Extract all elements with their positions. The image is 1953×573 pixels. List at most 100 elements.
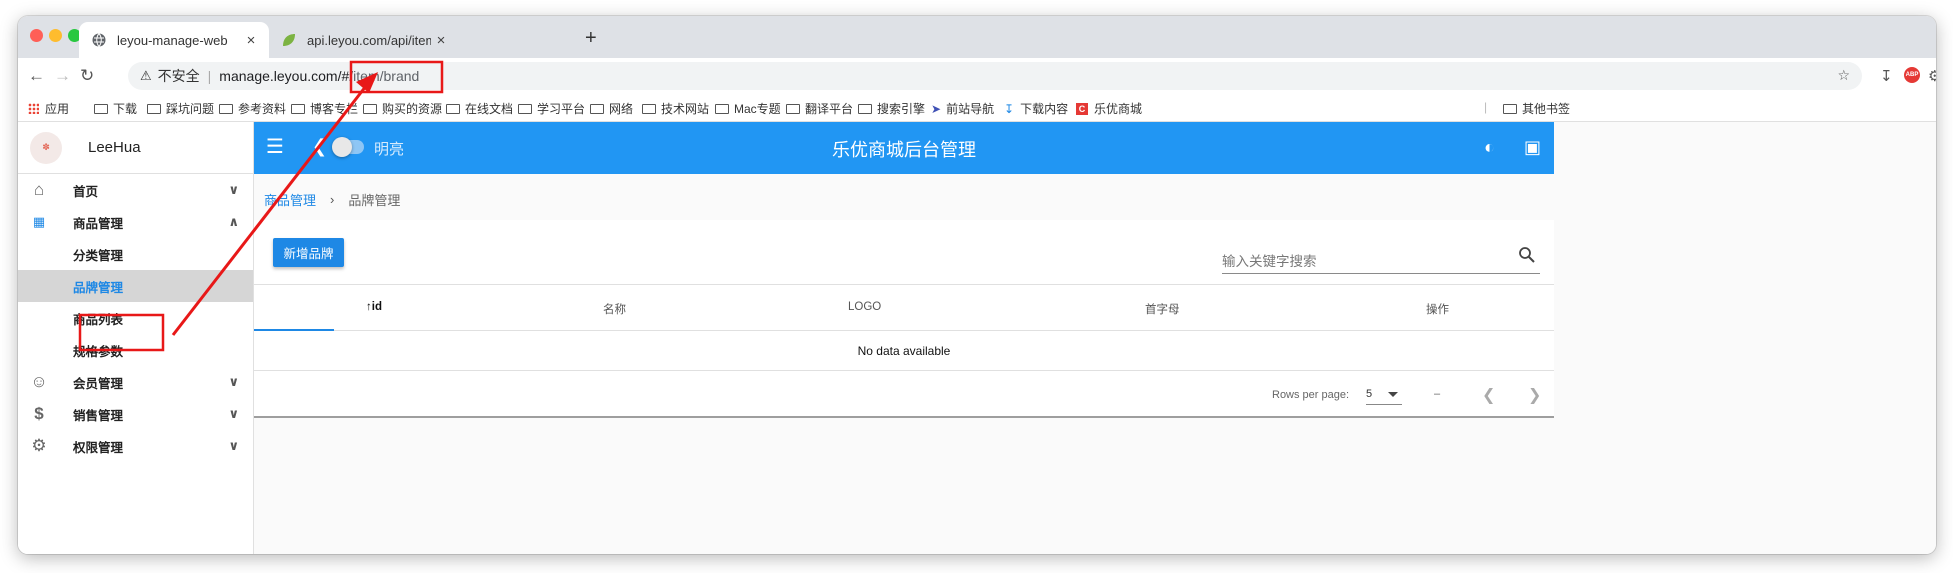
next-page-icon[interactable]: ❯ <box>1528 385 1541 405</box>
download-icon: ↧ <box>1004 101 1015 116</box>
folder-icon <box>363 103 377 114</box>
rows-per-page-select[interactable]: 5 <box>1366 385 1402 405</box>
people-icon: ☺ <box>30 372 48 391</box>
forward-arrow-icon[interactable]: → <box>54 66 71 86</box>
bookmark-label: 搜索引擎 <box>877 102 926 116</box>
main-content: ☰ ❮ 明亮 乐优商城后台管理 ◐ ▣ 商品管理 › 品牌管理 新增品牌 输入关… <box>254 122 1554 554</box>
chevron-down-icon: ∨ <box>228 406 239 421</box>
user-name: LeeHua <box>88 139 141 156</box>
bookmark-label: 下载 <box>113 102 138 116</box>
table-footer: Rows per page: 5 – ❮ ❯ <box>254 370 1554 418</box>
app-page: ✽ LeeHua ⌂ 首页 ∨ ▦ 商品管理 ∧ 分类管理 品牌管理 商品列表 <box>18 122 1936 554</box>
avatar: ✽ <box>30 131 62 164</box>
breadcrumb-current: 品牌管理 <box>348 193 401 208</box>
bookmark-label: 购买的资源 <box>382 102 443 116</box>
contrast-icon[interactable]: ◐ <box>1484 137 1495 158</box>
app-title: 乐优商城后台管理 <box>832 140 976 160</box>
folder-icon <box>786 103 800 114</box>
bookmark-divider: | <box>1484 100 1488 114</box>
table-header: ↑id 名称 LOGO 首字母 操作 <box>254 284 1554 331</box>
search-input[interactable]: 输入关键字搜索 <box>1222 242 1540 274</box>
sidebar-item-label: 商品列表 <box>73 312 124 327</box>
chevron-down-icon: ∨ <box>228 182 239 197</box>
bookmark-folder[interactable]: 网络 <box>590 100 633 117</box>
extensions-icon[interactable]: ⚙ <box>1928 67 1936 85</box>
bookmark-label: 应用 <box>45 102 70 116</box>
bookmark-folder[interactable]: 搜索引擎 <box>858 100 925 117</box>
sidebar-item-permissions[interactable]: ⚙ 权限管理 ∨ <box>18 430 253 462</box>
caret-down-icon <box>1388 392 1398 397</box>
bookmark-folder[interactable]: 学习平台 <box>518 100 585 117</box>
bookmark-label: Mac专题 <box>734 102 781 116</box>
folder-icon <box>518 103 532 114</box>
bookmark-folder[interactable]: Mac专题 <box>715 100 781 117</box>
sidebar-item-members[interactable]: ☺ 会员管理 ∨ <box>18 366 253 398</box>
folder-icon <box>219 103 233 114</box>
bookmark-folder[interactable]: 翻译平台 <box>786 100 853 117</box>
breadcrumb-parent[interactable]: 商品管理 <box>264 190 316 209</box>
bookmark-link[interactable]: ➤ 前站导航 <box>931 100 994 117</box>
sidebar-item-spec[interactable]: 规格参数 <box>18 334 253 366</box>
new-tab-button[interactable]: + <box>585 27 597 50</box>
column-header-letter[interactable]: 首字母 <box>1145 301 1180 317</box>
column-header-logo[interactable]: LOGO <box>848 301 881 313</box>
bookmark-link[interactable]: C 乐优商城 <box>1076 100 1142 117</box>
bookmark-folder[interactable]: 下载 <box>94 100 137 117</box>
folder-icon <box>715 103 729 114</box>
folder-icon <box>94 103 108 114</box>
bookmark-link[interactable]: ↧ 下载内容 <box>1004 100 1068 117</box>
sidebar-item-sales[interactable]: $ 销售管理 ∨ <box>18 398 253 430</box>
bookmark-label: 在线文档 <box>465 102 514 116</box>
account-icon[interactable]: ▣ <box>1524 137 1541 158</box>
tab-title: api.leyou.com/api/item/category <box>307 32 431 48</box>
sidebar-item-brand[interactable]: 品牌管理 <box>18 270 253 302</box>
insecure-label: 不安全 <box>157 68 200 84</box>
address-bar[interactable]: ⚠ 不安全 | manage.leyou.com/# /item/brand ☆ <box>128 62 1862 90</box>
bookmark-label: 下载内容 <box>1020 102 1069 116</box>
leyou-logo-icon: C <box>1076 102 1088 115</box>
bookmark-folder[interactable]: 购买的资源 <box>363 100 442 117</box>
bookmark-other[interactable]: 其他书签 <box>1503 100 1570 117</box>
sidebar-item-home[interactable]: ⌂ 首页 ∨ <box>18 174 253 206</box>
tab-title: leyou-manage-web <box>117 32 228 48</box>
star-icon[interactable]: ☆ <box>1837 67 1850 84</box>
chevron-down-icon: ∨ <box>228 438 239 453</box>
gear-icon: ⚙ <box>31 436 47 455</box>
minimize-window-button[interactable] <box>49 29 62 42</box>
browser-window: leyou-manage-web × api.leyou.com/api/ite… <box>18 16 1936 554</box>
bookmark-label: 学习平台 <box>537 102 586 116</box>
tab-api-category[interactable]: api.leyou.com/api/item/category × <box>269 22 459 58</box>
url-divider: | <box>207 68 212 84</box>
breadcrumb: 商品管理 › 品牌管理 <box>264 190 400 209</box>
adblock-icon[interactable]: ABP <box>1904 67 1920 83</box>
close-tab-icon[interactable]: × <box>431 32 451 49</box>
bookmark-label: 网络 <box>609 102 634 116</box>
bookmark-folder[interactable]: 参考资料 <box>219 100 286 117</box>
column-header-name[interactable]: 名称 <box>603 301 626 317</box>
prev-page-icon[interactable]: ❮ <box>1482 385 1495 405</box>
sidebar-item-label: 首页 <box>73 184 99 199</box>
search-icon[interactable] <box>1518 246 1536 264</box>
add-brand-button[interactable]: 新增品牌 <box>273 238 344 267</box>
back-arrow-icon[interactable]: ← <box>28 66 45 86</box>
close-window-button[interactable] <box>30 29 43 42</box>
empty-state: No data available <box>857 344 951 358</box>
sidebar-item-goods-list[interactable]: 商品列表 <box>18 302 253 334</box>
column-header-id[interactable]: ↑id <box>366 301 382 313</box>
bookmark-apps[interactable]: 应用 <box>28 100 69 117</box>
dollar-icon: $ <box>34 404 44 423</box>
rocket-icon: ➤ <box>931 101 942 116</box>
bookmark-folder[interactable]: 技术网站 <box>642 100 709 117</box>
close-tab-icon[interactable]: × <box>241 32 261 49</box>
sidebar-item-label: 分类管理 <box>73 248 124 263</box>
reload-icon[interactable]: ↻ <box>80 66 94 86</box>
bookmark-folder[interactable]: 在线文档 <box>446 100 513 117</box>
bookmark-folder[interactable]: 博客专栏 <box>291 100 358 117</box>
tab-leyou-manage-web[interactable]: leyou-manage-web × <box>79 22 269 58</box>
download-icon[interactable]: ↧ <box>1880 67 1893 85</box>
bookmark-folder[interactable]: 踩坑问题 <box>147 100 214 117</box>
sidebar-item-goods[interactable]: ▦ 商品管理 ∧ <box>18 206 253 238</box>
leaf-icon <box>283 34 295 46</box>
sidebar-item-category[interactable]: 分类管理 <box>18 238 253 270</box>
user-profile: ✽ LeeHua <box>18 122 253 174</box>
